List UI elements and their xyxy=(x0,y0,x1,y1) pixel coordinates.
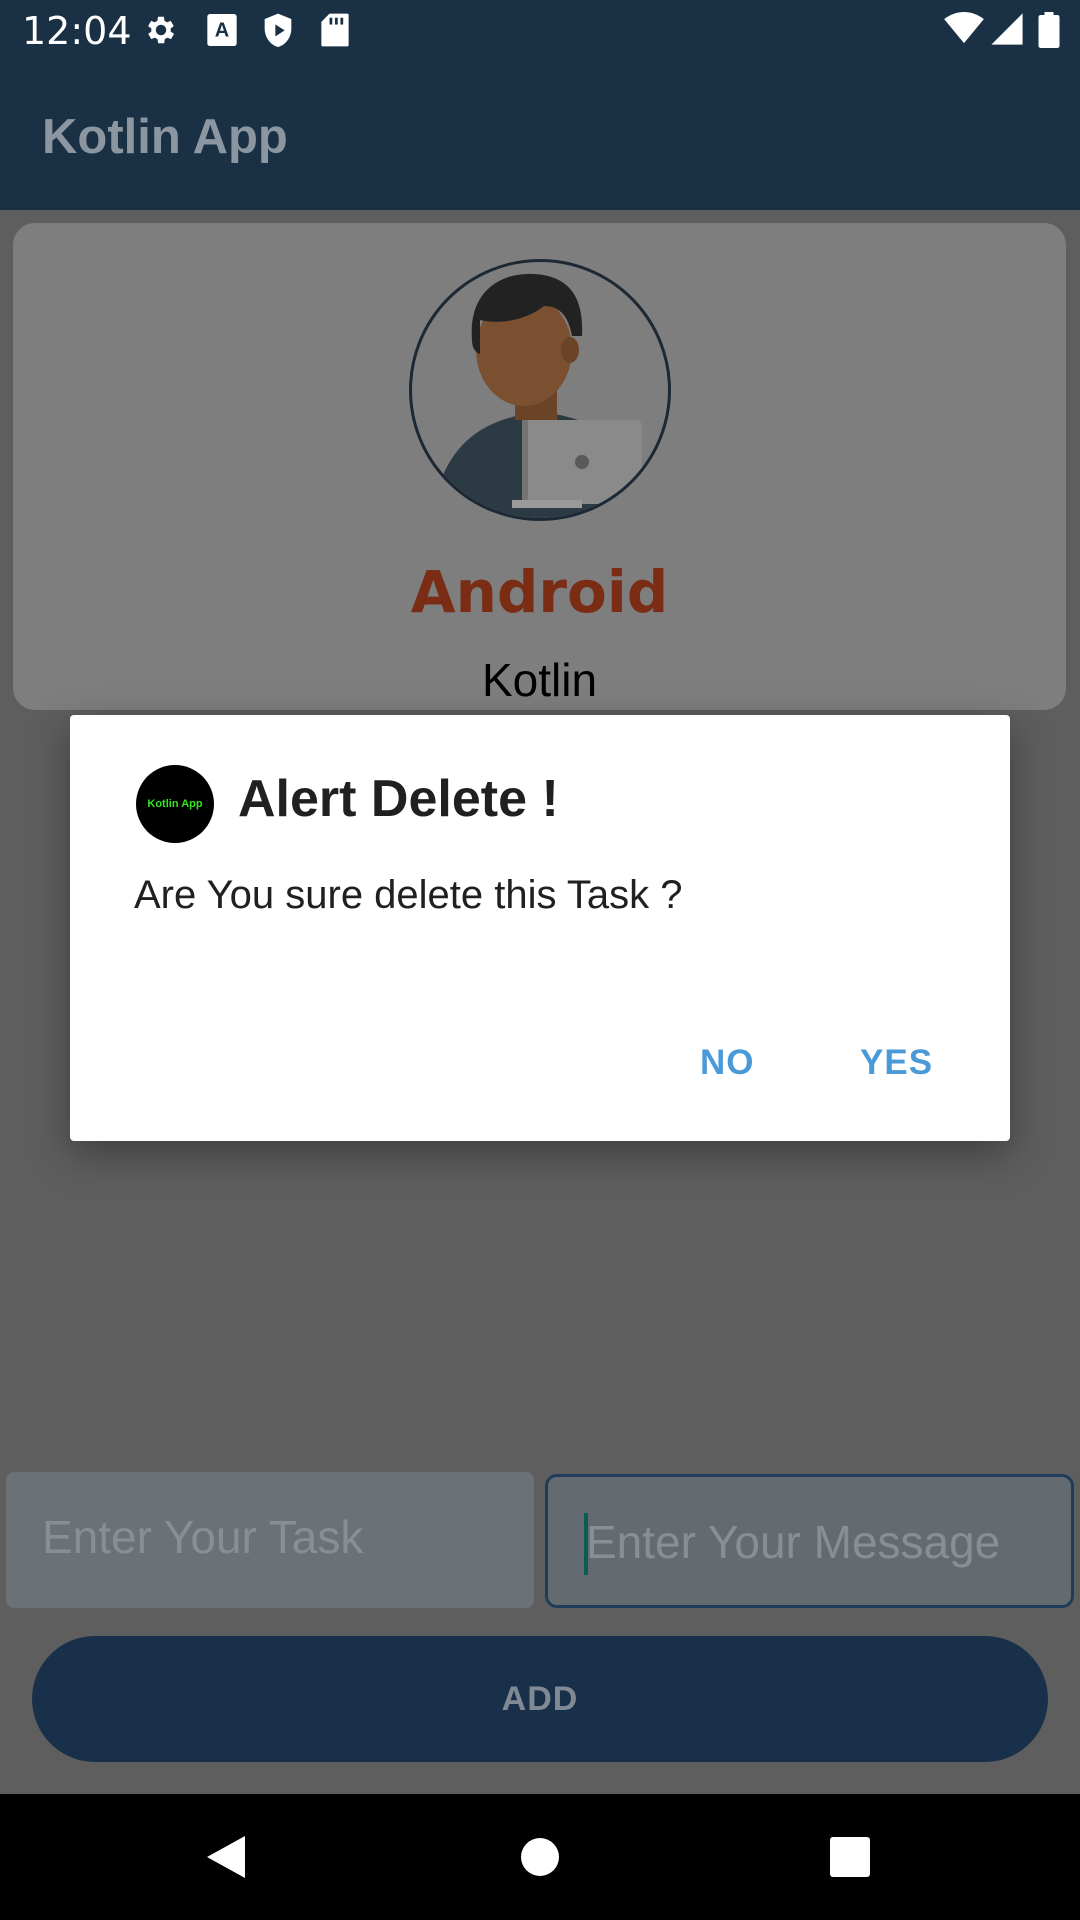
text-caret xyxy=(584,1513,588,1575)
yes-button[interactable]: YES xyxy=(860,1043,933,1083)
app-logo: Kotlin App xyxy=(136,765,214,843)
cell-signal-icon xyxy=(991,13,1023,45)
no-button[interactable]: NO xyxy=(700,1043,755,1083)
profile-card: Android Kotlin xyxy=(13,223,1066,710)
app-bar: Kotlin App xyxy=(0,63,1080,210)
svg-text:A: A xyxy=(215,20,229,42)
back-triangle-icon[interactable] xyxy=(203,1834,249,1880)
task-input-placeholder: Enter Your Task xyxy=(42,1511,364,1563)
message-input-placeholder: Enter Your Message xyxy=(586,1516,1001,1568)
task-input[interactable]: Enter Your Task xyxy=(6,1472,534,1608)
app-logo-text: Kotlin App xyxy=(147,798,203,810)
alert-dialog: Kotlin App Alert Delete ! Are You sure d… xyxy=(70,715,1010,1141)
dialog-title: Alert Delete ! xyxy=(238,770,559,828)
app-title: Kotlin App xyxy=(42,110,288,164)
avatar xyxy=(409,259,671,521)
wifi-icon xyxy=(944,12,984,44)
recents-square-icon[interactable] xyxy=(830,1837,870,1877)
shield-icon xyxy=(264,13,292,47)
sd-card-icon xyxy=(321,13,349,47)
profile-subtitle: Kotlin xyxy=(481,654,598,706)
status-bar: 12:04 A xyxy=(0,0,1080,63)
font-a-icon: A xyxy=(207,14,237,46)
add-button[interactable]: ADD xyxy=(32,1636,1048,1762)
navigation-bar xyxy=(0,1794,1080,1920)
message-input[interactable]: Enter Your Message xyxy=(545,1474,1074,1608)
gear-icon xyxy=(148,16,175,44)
battery-icon xyxy=(1038,12,1060,48)
profile-name: Android xyxy=(410,558,669,626)
status-time: 12:04 xyxy=(22,9,132,53)
dialog-message: Are You sure delete this Task ? xyxy=(134,873,683,917)
person-with-laptop-avatar xyxy=(432,273,648,518)
home-circle-icon[interactable] xyxy=(520,1837,560,1877)
